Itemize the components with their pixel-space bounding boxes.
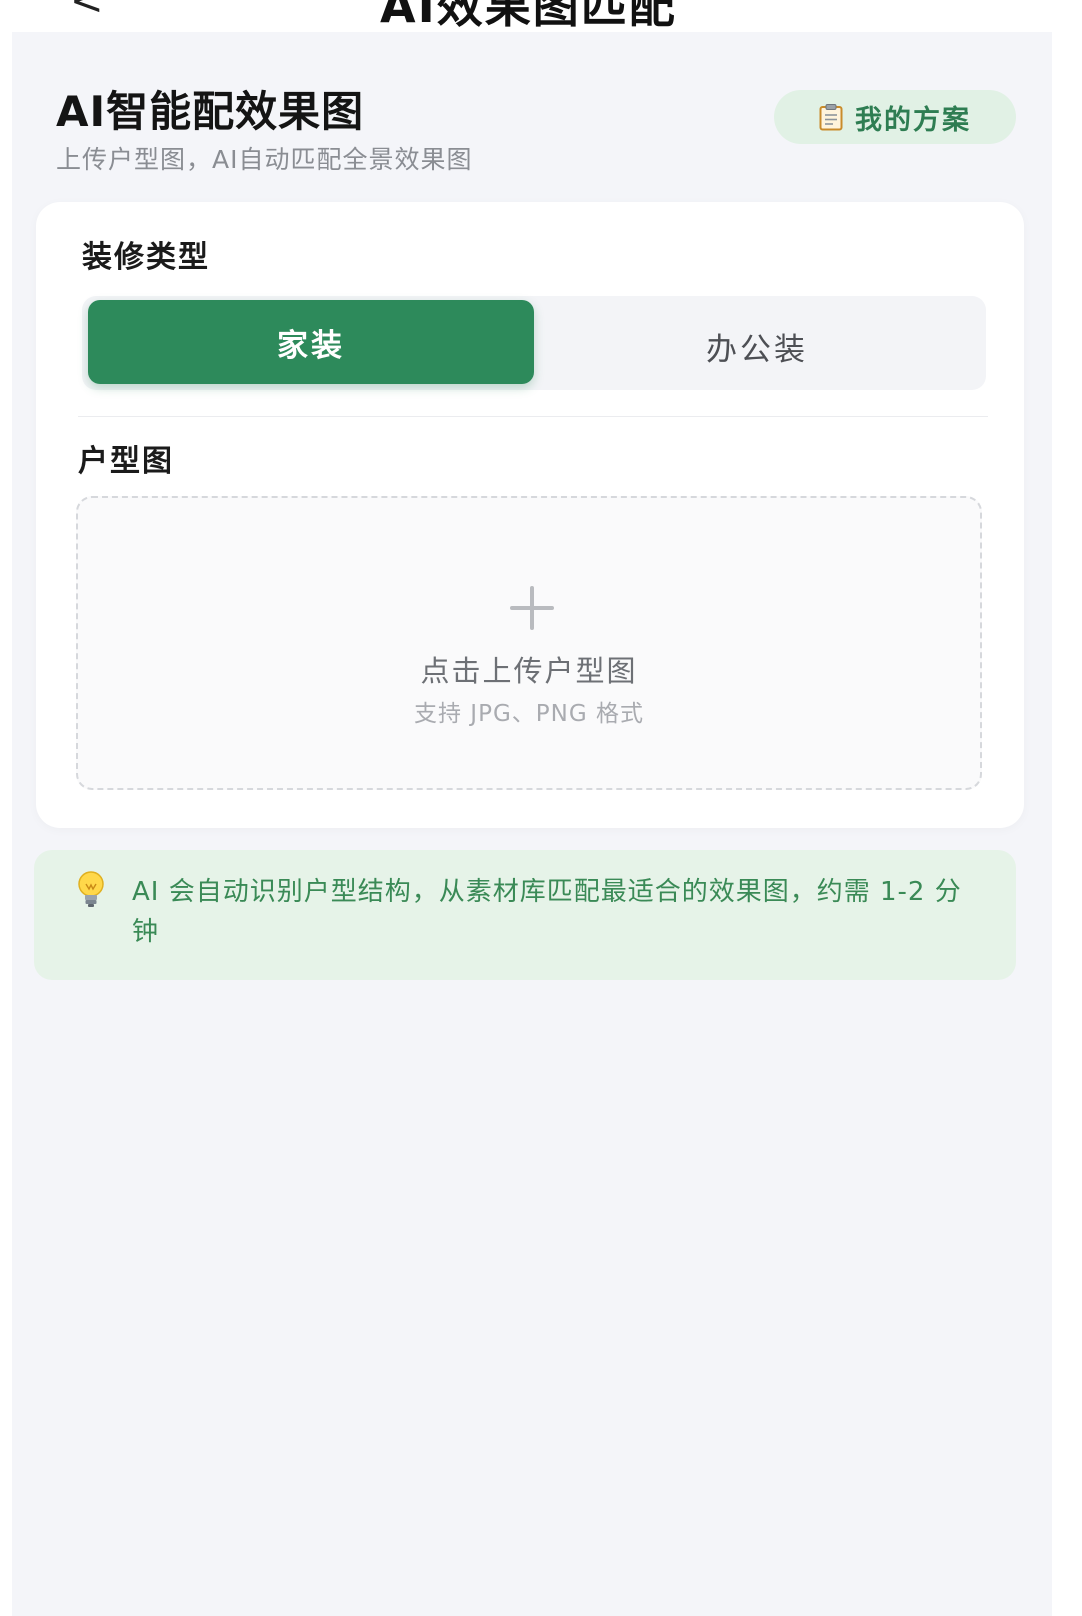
floor-plan-label: 户型图 xyxy=(78,444,174,479)
decor-type-segmented-control: 家装 办公装 xyxy=(82,296,986,390)
plus-icon xyxy=(510,586,554,630)
my-plans-button[interactable]: 我的方案 xyxy=(774,90,1016,144)
clipboard-icon xyxy=(819,103,843,131)
lightbulb-icon xyxy=(74,870,108,910)
upload-prompt: 点击上传户型图 xyxy=(420,654,638,688)
tip-text: AI 会自动识别户型结构，从素材库匹配最适合的效果图，约需 1-2 分钟 xyxy=(132,877,962,947)
upload-format-hint: 支持 JPG、PNG 格式 xyxy=(414,701,644,727)
section-divider xyxy=(78,416,988,417)
segment-home-decor[interactable]: 家装 xyxy=(88,300,534,384)
nav-title: AI效果图匹配 xyxy=(380,0,677,33)
my-plans-label: 我的方案 xyxy=(855,104,971,136)
page-content: AI智能配效果图 上传户型图，AI自动匹配全景效果图 我的方案 装修类型 家装 … xyxy=(12,32,1052,1616)
segment-office-decor[interactable]: 办公装 xyxy=(534,304,980,388)
floor-plan-upload-area[interactable]: 点击上传户型图 支持 JPG、PNG 格式 xyxy=(76,496,982,790)
info-tip-banner: AI 会自动识别户型结构，从素材库匹配最适合的效果图，约需 1-2 分钟 xyxy=(34,850,1016,980)
page-header: AI智能配效果图 上传户型图，AI自动匹配全景效果图 我的方案 xyxy=(12,32,1052,202)
top-nav-bar: < AI效果图匹配 xyxy=(0,0,1082,34)
decor-type-label: 装修类型 xyxy=(82,240,210,275)
app-screen: < AI效果图匹配 AI智能配效果图 上传户型图，AI自动匹配全景效果图 我的方… xyxy=(0,0,1082,1616)
back-button[interactable]: < xyxy=(70,0,104,24)
page-title: AI智能配效果图 xyxy=(56,87,365,136)
settings-card: 装修类型 家装 办公装 户型图 点击上传户型图 支持 JPG、PNG 格式 xyxy=(36,202,1024,828)
page-subtitle: 上传户型图，AI自动匹配全景效果图 xyxy=(56,145,473,174)
